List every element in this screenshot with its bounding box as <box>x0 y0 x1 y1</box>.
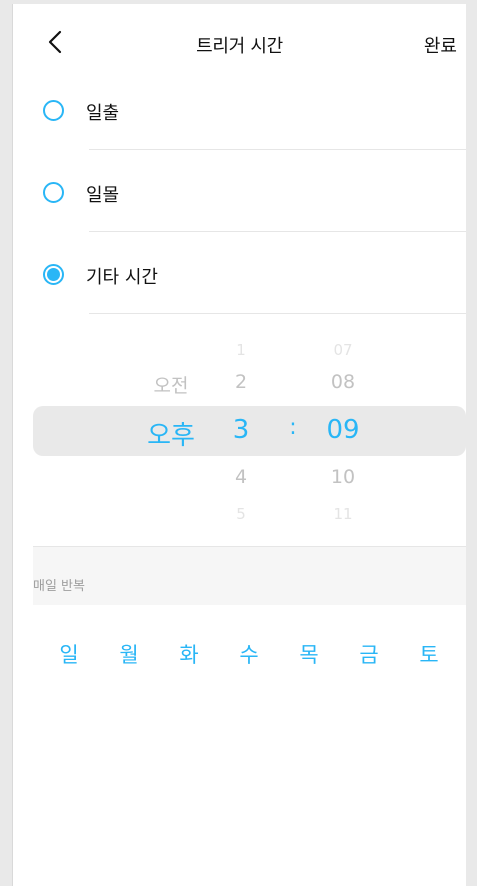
option-custom-time[interactable]: 기타 시간 <box>13 234 466 316</box>
picker-minute-below[interactable]: 10 <box>331 466 355 488</box>
picker-colon: : <box>289 415 297 440</box>
option-sunset[interactable]: 일몰 <box>13 152 466 234</box>
picker-selection-band <box>33 406 466 456</box>
option-sunrise[interactable]: 일출 <box>13 70 466 152</box>
radio-sunset[interactable] <box>43 182 64 203</box>
page-title: 트리거 시간 <box>196 36 283 57</box>
picker-minute-far-below[interactable]: 11 <box>333 505 352 523</box>
option-label-sunrise: 일출 <box>86 103 120 124</box>
picker-hour-below[interactable]: 4 <box>235 466 247 488</box>
option-label-custom-time: 기타 시간 <box>86 267 158 288</box>
time-picker[interactable]: 오전 오후 1 2 3 4 5 : 07 08 09 10 11 <box>13 329 466 549</box>
picker-hour-above[interactable]: 2 <box>235 371 247 393</box>
header: 트리거 시간 완료 <box>13 4 466 76</box>
repeat-section-header: 매일 반복 <box>33 547 466 605</box>
day-fri[interactable]: 금 <box>359 639 378 669</box>
radio-sunrise[interactable] <box>43 100 64 121</box>
divider <box>89 231 466 232</box>
picker-hour-far-above[interactable]: 1 <box>236 341 246 359</box>
option-label-sunset: 일몰 <box>86 185 120 206</box>
picker-hour-far-below[interactable]: 5 <box>236 505 246 523</box>
picker-minute-above[interactable]: 08 <box>331 371 355 393</box>
picker-ampm-above[interactable]: 오전 <box>154 371 189 398</box>
picker-minute-far-above[interactable]: 07 <box>333 341 352 359</box>
day-mon[interactable]: 월 <box>119 639 138 669</box>
radio-custom-time[interactable] <box>43 264 64 285</box>
picker-ampm-selected[interactable]: 오후 <box>147 415 195 452</box>
day-sun[interactable]: 일 <box>59 639 78 669</box>
day-wed[interactable]: 수 <box>239 639 258 669</box>
divider <box>89 149 466 150</box>
done-button[interactable]: 완료 <box>424 32 457 58</box>
divider <box>89 313 466 314</box>
day-sat[interactable]: 토 <box>419 639 438 669</box>
screen: 트리거 시간 완료 일출 일몰 기타 시간 오전 오후 1 2 3 4 5 : … <box>12 4 466 886</box>
picker-minute-selected[interactable]: 09 <box>326 415 359 445</box>
repeat-label: 매일 반복 <box>33 579 85 594</box>
picker-hour-selected[interactable]: 3 <box>233 415 250 445</box>
day-tue[interactable]: 화 <box>179 639 198 669</box>
weekday-selector: 일 월 화 수 목 금 토 <box>13 639 466 679</box>
day-thu[interactable]: 목 <box>299 639 318 669</box>
